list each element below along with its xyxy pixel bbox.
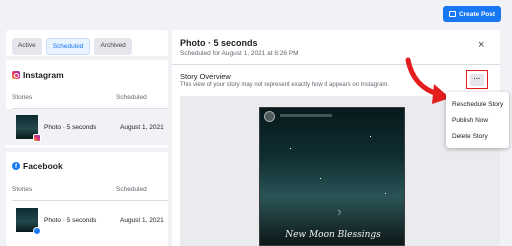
star bbox=[385, 193, 386, 194]
story-thumbnail bbox=[16, 115, 41, 142]
instagram-table-header: Stories Scheduled bbox=[12, 94, 168, 101]
star bbox=[320, 178, 321, 179]
facebook-title-label: Facebook bbox=[23, 161, 63, 171]
divider bbox=[6, 148, 168, 152]
tab-scheduled[interactable]: Scheduled bbox=[45, 38, 91, 55]
story-title: Photo · 5 seconds bbox=[180, 38, 258, 48]
story-date: August 1, 2021 bbox=[120, 123, 164, 131]
facebook-story-row[interactable]: Photo · 5 seconds August 1, 2021 bbox=[6, 202, 168, 238]
story-schedule-text: Scheduled for August 1, 2021 at 6:26 PM bbox=[180, 50, 299, 57]
col-stories: Stories bbox=[12, 94, 33, 101]
create-post-icon bbox=[448, 11, 456, 17]
facebook-table-header: Stories Scheduled bbox=[12, 186, 168, 193]
instagram-icon bbox=[12, 71, 20, 79]
more-icon: ··· bbox=[470, 73, 484, 86]
instagram-story-row[interactable]: Photo · 5 seconds August 1, 2021 bbox=[6, 109, 168, 145]
facebook-icon: f bbox=[12, 162, 20, 170]
story-overview-note: This view of your story may not represen… bbox=[180, 82, 390, 88]
story-thumbnail bbox=[16, 208, 41, 235]
more-options-menu: Reschedule Story Publish Now Delete Stor… bbox=[446, 92, 509, 148]
story-overview-title: Story Overview bbox=[180, 72, 231, 81]
facebook-badge-icon bbox=[33, 227, 41, 235]
menu-item-delete[interactable]: Delete Story bbox=[446, 128, 509, 144]
menu-item-publish-now[interactable]: Publish Now bbox=[446, 112, 509, 128]
instagram-title-label: Instagram bbox=[23, 70, 64, 80]
close-icon[interactable]: × bbox=[478, 40, 484, 51]
tab-active[interactable]: Active bbox=[12, 38, 42, 55]
stories-list-panel: Active Scheduled Archived Instagram Stor… bbox=[6, 30, 168, 246]
col-scheduled: Scheduled bbox=[116, 186, 147, 193]
moon-icon: ☽ bbox=[335, 210, 342, 217]
col-scheduled: Scheduled bbox=[116, 94, 147, 101]
story-caption: New Moon Blessings bbox=[285, 230, 381, 240]
star bbox=[370, 136, 371, 137]
create-post-label: Create Post bbox=[458, 10, 496, 18]
tab-archived[interactable]: Archived bbox=[94, 38, 132, 55]
progress-bar bbox=[280, 114, 332, 117]
story-date: August 1, 2021 bbox=[120, 216, 164, 224]
star bbox=[290, 148, 291, 149]
menu-item-reschedule[interactable]: Reschedule Story bbox=[446, 96, 509, 112]
divider bbox=[12, 200, 168, 201]
col-stories: Stories bbox=[12, 186, 33, 193]
instagram-badge-icon bbox=[33, 134, 41, 142]
facebook-section-title: f Facebook bbox=[12, 161, 63, 171]
more-options-button[interactable]: ··· bbox=[466, 70, 488, 89]
status-tabs: Active Scheduled Archived bbox=[6, 30, 168, 55]
story-name: Photo · 5 seconds bbox=[44, 216, 97, 224]
divider bbox=[6, 56, 168, 60]
create-post-button[interactable]: Create Post bbox=[443, 6, 501, 22]
story-name: Photo · 5 seconds bbox=[44, 123, 97, 131]
avatar bbox=[264, 111, 275, 122]
story-preview-image: ☽ New Moon Blessings bbox=[259, 107, 405, 246]
instagram-section-title: Instagram bbox=[12, 70, 64, 80]
